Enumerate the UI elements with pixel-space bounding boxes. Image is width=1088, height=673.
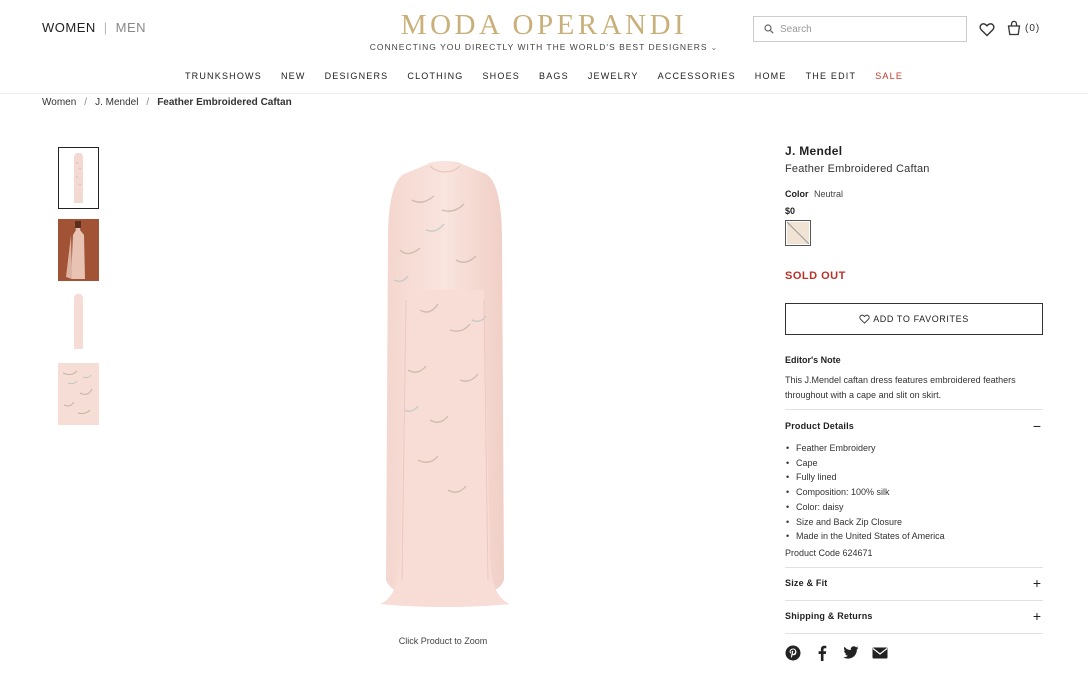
- detail-item: Cape: [785, 456, 945, 471]
- nav-item-clothing[interactable]: CLOTHING: [407, 71, 463, 81]
- section-divider: [785, 633, 1043, 634]
- heart-icon: [859, 314, 870, 324]
- detail-item: Made in the United States of America: [785, 529, 945, 544]
- thumbnail-back[interactable]: [58, 291, 99, 353]
- pinterest-icon[interactable]: [785, 645, 801, 661]
- nav-item-bags[interactable]: BAGS: [539, 71, 569, 81]
- detail-item: Size and Back Zip Closure: [785, 515, 945, 530]
- nav-item-accessories[interactable]: ACCESSORIES: [658, 71, 736, 81]
- sold-out-status: SOLD OUT: [785, 270, 846, 282]
- nav-item-sale[interactable]: SALE: [875, 71, 903, 81]
- detail-item: Color: daisy: [785, 500, 945, 515]
- section-divider: [785, 567, 1043, 568]
- breadcrumb-separator: /: [84, 97, 88, 108]
- detail-item: Composition: 100% silk: [785, 485, 945, 500]
- swatch-unavailable-slash: [787, 222, 809, 244]
- thumbnail-back-image: [58, 291, 99, 353]
- breadcrumb-designer[interactable]: J. Mendel: [95, 97, 138, 108]
- detail-item: Fully lined: [785, 470, 945, 485]
- thumbnail-model-image: [58, 219, 99, 281]
- add-to-favorites-button[interactable]: ADD TO FAVORITES: [785, 303, 1043, 335]
- price: $0: [785, 206, 796, 216]
- thumbnail-front[interactable]: [58, 147, 99, 209]
- search-input[interactable]: [780, 23, 960, 35]
- email-icon[interactable]: [872, 645, 888, 661]
- nav-item-trunkshows[interactable]: TRUNKSHOWS: [185, 71, 262, 81]
- breadcrumb-current: Feather Embroidered Caftan: [157, 97, 292, 108]
- editors-note-title: Editor's Note: [785, 355, 841, 365]
- cart-button[interactable]: (0): [1006, 20, 1040, 36]
- shipping-returns-toggle[interactable]: Shipping & Returns: [785, 611, 873, 621]
- search-box[interactable]: [753, 16, 967, 42]
- nav-divider: [0, 93, 1088, 94]
- add-to-favorites-label: ADD TO FAVORITES: [873, 314, 969, 324]
- cart-count: (0): [1025, 22, 1041, 34]
- twitter-icon[interactable]: [843, 645, 859, 661]
- product-details-toggle[interactable]: Product Details: [785, 421, 854, 431]
- product-main-image[interactable]: [360, 160, 530, 610]
- thumbnail-dress-image: [59, 148, 98, 208]
- product-details-list: Feather Embroidery Cape Fully lined Comp…: [785, 441, 945, 544]
- breadcrumb-separator: /: [146, 97, 150, 108]
- color-value: Neutral: [814, 189, 844, 199]
- heart-icon[interactable]: [979, 22, 995, 37]
- nav-item-designers[interactable]: DESIGNERS: [325, 71, 389, 81]
- nav-item-jewelry[interactable]: JEWELRY: [588, 71, 639, 81]
- nav-item-shoes[interactable]: SHOES: [482, 71, 520, 81]
- search-icon: [764, 24, 774, 34]
- nav-item-the-edit[interactable]: THE EDIT: [806, 71, 857, 81]
- editors-note-text: This J.Mendel caftan dress features embr…: [785, 375, 1016, 400]
- designer-name[interactable]: J. Mendel: [785, 144, 842, 158]
- facebook-icon[interactable]: [814, 645, 830, 661]
- tagline-text: CONNECTING YOU DIRECTLY WITH THE WORLD'S…: [369, 42, 708, 52]
- zoom-hint: Click Product to Zoom: [398, 636, 488, 646]
- minus-icon[interactable]: −: [1031, 419, 1043, 433]
- plus-icon[interactable]: +: [1031, 576, 1043, 590]
- size-fit-toggle[interactable]: Size & Fit: [785, 578, 828, 588]
- color-swatch[interactable]: [785, 220, 811, 246]
- detail-item: Feather Embroidery: [785, 441, 945, 456]
- chevron-down-icon: ⌄: [710, 43, 719, 52]
- thumbnail-detail-image: [58, 363, 99, 425]
- product-name: Feather Embroidered Caftan: [785, 163, 930, 175]
- tagline[interactable]: CONNECTING YOU DIRECTLY WITH THE WORLD'S…: [0, 42, 1088, 52]
- main-nav: TRUNKSHOWS NEW DESIGNERS CLOTHING SHOES …: [0, 71, 1088, 81]
- nav-item-home[interactable]: HOME: [755, 71, 787, 81]
- breadcrumb: Women / J. Mendel / Feather Embroidered …: [42, 97, 292, 108]
- product-code: Product Code 624671: [785, 548, 873, 558]
- color-label: Color: [785, 189, 809, 199]
- shopping-bag-icon: [1007, 20, 1021, 36]
- section-divider: [785, 409, 1043, 410]
- section-divider: [785, 600, 1043, 601]
- color-line: Color Neutral: [785, 189, 843, 199]
- breadcrumb-women[interactable]: Women: [42, 97, 76, 108]
- thumbnail-detail[interactable]: [58, 363, 99, 425]
- plus-icon[interactable]: +: [1031, 609, 1043, 623]
- thumbnail-model[interactable]: [58, 219, 99, 281]
- nav-item-new[interactable]: NEW: [281, 71, 306, 81]
- share-links: [785, 645, 901, 661]
